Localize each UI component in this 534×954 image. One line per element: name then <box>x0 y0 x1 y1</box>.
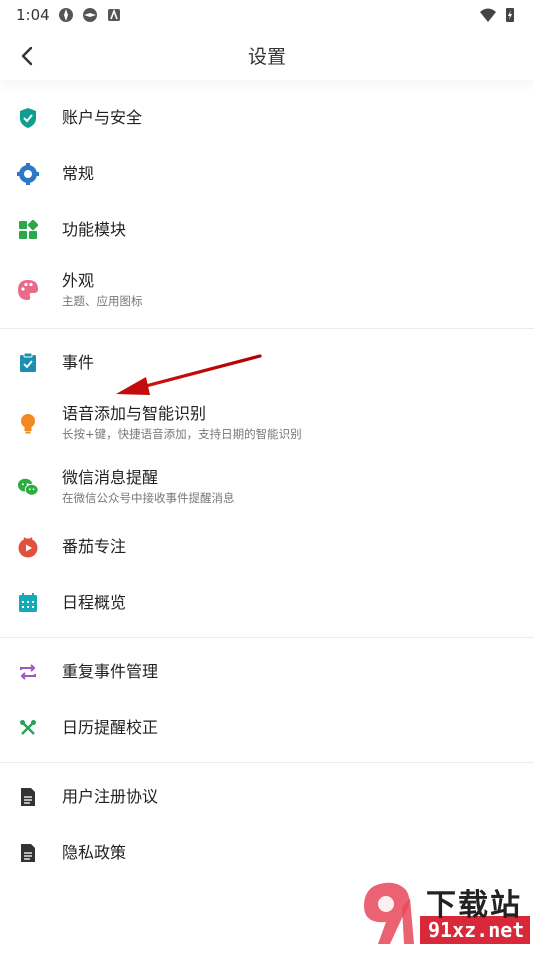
repeat-icon <box>17 661 39 683</box>
item-label: 用户注册协议 <box>62 787 159 806</box>
status-bar: 1:04 <box>0 0 534 30</box>
app-bar: 设置 <box>0 30 534 80</box>
settings-item-appearance[interactable]: 外观 主题、应用图标 <box>0 258 534 322</box>
tools-icon <box>17 717 39 739</box>
settings-item-privacy-policy[interactable]: 隐私政策 <box>0 825 534 881</box>
settings-item-repeat-events[interactable]: 重复事件管理 <box>0 644 534 700</box>
wifi-icon <box>480 8 496 22</box>
page-title: 设置 <box>247 45 286 68</box>
settings-section-repeat: 重复事件管理 日历提醒校正 <box>0 638 534 763</box>
settings-item-wechat-reminder[interactable]: 微信消息提醒 在微信公众号中接收事件提醒消息 <box>0 455 534 519</box>
battery-icon <box>506 8 514 22</box>
settings-item-account-security[interactable]: 账户与安全 <box>0 90 534 146</box>
settings-section-events: 事件 语音添加与智能识别 长按+键，快捷语音添加，支持日期的智能识别 微信消息提… <box>0 329 534 638</box>
item-label: 日程概览 <box>62 593 127 612</box>
item-label: 功能模块 <box>62 220 127 239</box>
settings-list: 账户与安全 常规 功能模块 外观 主题、应用图标 事件 语音添加与智能识别 长按… <box>0 84 534 887</box>
gear-icon <box>17 163 39 185</box>
settings-item-calendar-calibration[interactable]: 日历提醒校正 <box>0 700 534 756</box>
status-right <box>480 7 518 23</box>
item-label: 语音添加与智能识别 <box>62 404 207 423</box>
watermark: 下载站 91xz.net <box>354 878 534 950</box>
item-label: 账户与安全 <box>62 108 143 127</box>
tomato-icon <box>17 536 39 558</box>
item-label: 事件 <box>62 353 95 372</box>
settings-section-account: 账户与安全 常规 功能模块 外观 主题、应用图标 <box>0 84 534 329</box>
back-arrow-icon <box>21 46 33 66</box>
calendar-icon <box>17 592 39 614</box>
item-label: 微信消息提醒 <box>62 468 159 487</box>
document-icon <box>17 842 39 864</box>
notification-icon <box>107 8 120 21</box>
item-label: 常规 <box>62 164 95 183</box>
app-icon <box>82 8 97 22</box>
back-button[interactable] <box>14 42 42 70</box>
wechat-icon <box>17 476 39 498</box>
item-subtitle: 在微信公众号中接收事件提醒消息 <box>62 491 235 505</box>
item-label: 番茄专注 <box>62 537 127 556</box>
settings-section-legal: 用户注册协议 隐私政策 <box>0 763 534 887</box>
item-label: 外观 <box>62 271 95 290</box>
item-subtitle: 长按+键，快捷语音添加，支持日期的智能识别 <box>62 427 302 441</box>
watermark-logo <box>364 882 530 944</box>
settings-item-user-agreement[interactable]: 用户注册协议 <box>0 769 534 825</box>
item-label: 重复事件管理 <box>62 662 159 681</box>
settings-item-schedule-overview[interactable]: 日程概览 <box>0 575 534 631</box>
watermark-url: 91xz.net <box>428 918 525 942</box>
item-subtitle: 主题、应用图标 <box>62 294 143 308</box>
item-label: 隐私政策 <box>62 843 127 862</box>
settings-item-general[interactable]: 常规 <box>0 146 534 202</box>
app-icon <box>58 8 73 22</box>
clipboard-check-icon <box>17 352 39 374</box>
bulb-icon <box>17 412 39 434</box>
document-icon <box>17 786 39 808</box>
settings-item-events[interactable]: 事件 <box>0 335 534 391</box>
status-left: 1:04 <box>16 6 122 24</box>
modules-icon <box>17 219 39 241</box>
shield-icon <box>17 107 39 129</box>
item-label: 日历提醒校正 <box>62 718 159 737</box>
settings-item-voice-recognition[interactable]: 语音添加与智能识别 长按+键，快捷语音添加，支持日期的智能识别 <box>0 391 534 455</box>
settings-item-pomodoro[interactable]: 番茄专注 <box>0 519 534 575</box>
palette-icon <box>17 279 39 301</box>
status-time: 1:04 <box>16 6 50 24</box>
settings-item-modules[interactable]: 功能模块 <box>0 202 534 258</box>
